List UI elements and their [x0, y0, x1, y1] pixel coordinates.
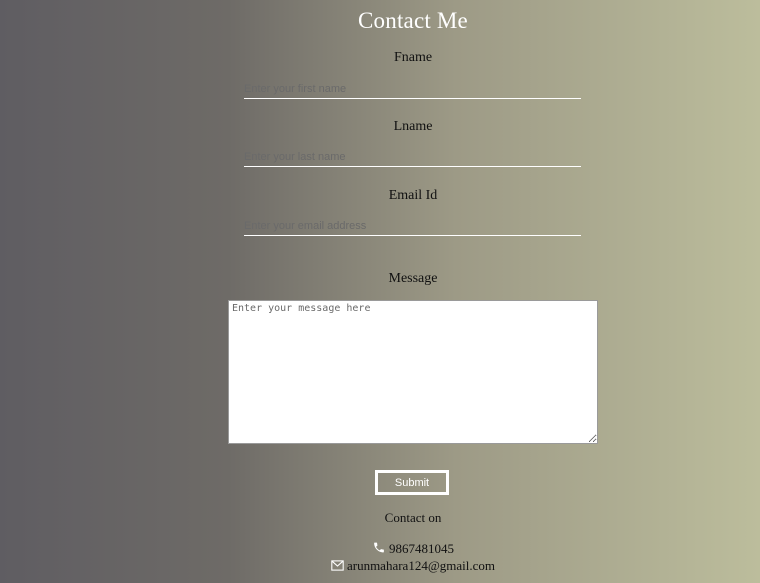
fname-input[interactable]	[244, 80, 581, 99]
submit-button[interactable]: Submit	[375, 470, 449, 495]
contact-heading: Contact on	[384, 510, 442, 525]
phone-number: 9867481045	[389, 541, 454, 556]
email-label: Email Id	[388, 188, 438, 203]
email-row: arunmahara124@gmail.com	[0, 558, 760, 574]
lname-label: Lname	[393, 119, 433, 134]
email-input[interactable]	[244, 217, 581, 236]
page-title: Contact Me	[358, 8, 468, 33]
message-label: Message	[388, 271, 438, 286]
message-textarea[interactable]	[228, 300, 598, 444]
fname-label: Fname	[393, 50, 433, 65]
lname-input[interactable]	[244, 148, 581, 167]
phone-icon	[374, 542, 384, 553]
email-address[interactable]: arunmahara124@gmail.com	[347, 558, 495, 573]
phone-row: 9867481045	[0, 541, 760, 557]
envelope-icon	[331, 560, 344, 571]
